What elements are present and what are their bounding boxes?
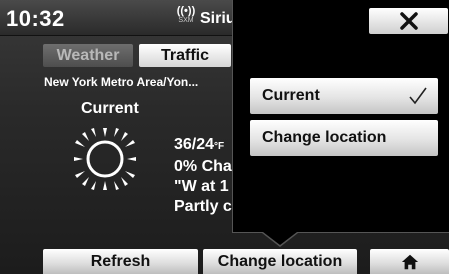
temperature-unit: °F <box>214 141 225 152</box>
home-button[interactable] <box>370 249 449 274</box>
weather-screen: 10:32 ((•)) SXM Sirius Weather Traffic N… <box>0 0 449 274</box>
sun-icon <box>72 126 138 192</box>
menu-item-label: Change location <box>262 129 387 146</box>
close-icon <box>399 12 418 30</box>
location-area: New York Metro Area/Yon... <box>44 75 199 89</box>
home-icon <box>401 254 418 269</box>
wind-line: "W at 1 <box>174 178 229 195</box>
forecast-details: 36/24°F 0% Cha "W at 1 Partly c <box>174 135 232 217</box>
check-icon <box>409 87 427 105</box>
temperature: 36/24 <box>174 136 215 153</box>
forecast-heading: Current <box>81 100 139 117</box>
options-popup <box>232 0 449 233</box>
popup-pointer <box>263 232 297 245</box>
change-location-button[interactable]: Change location <box>203 249 357 274</box>
menu-item-label: Current <box>262 87 320 104</box>
tab-traffic[interactable]: Traffic <box>139 44 231 67</box>
temperature-line: 36/24°F <box>174 135 232 157</box>
siriusxm-icon: ((•)) SXM <box>172 5 200 31</box>
refresh-button[interactable]: Refresh <box>43 249 198 274</box>
precipitation-line: 0% Cha <box>174 158 232 175</box>
condition-line: Partly c <box>174 198 232 215</box>
sxm-waves: ((•)) <box>176 5 196 17</box>
tab-weather[interactable]: Weather <box>43 44 133 67</box>
menu-item-current[interactable]: Current <box>250 78 438 114</box>
sxm-text: SXM <box>178 17 194 24</box>
clock: 10:32 <box>6 6 65 31</box>
close-button[interactable] <box>369 8 448 34</box>
menu-item-change-location[interactable]: Change location <box>250 120 438 156</box>
